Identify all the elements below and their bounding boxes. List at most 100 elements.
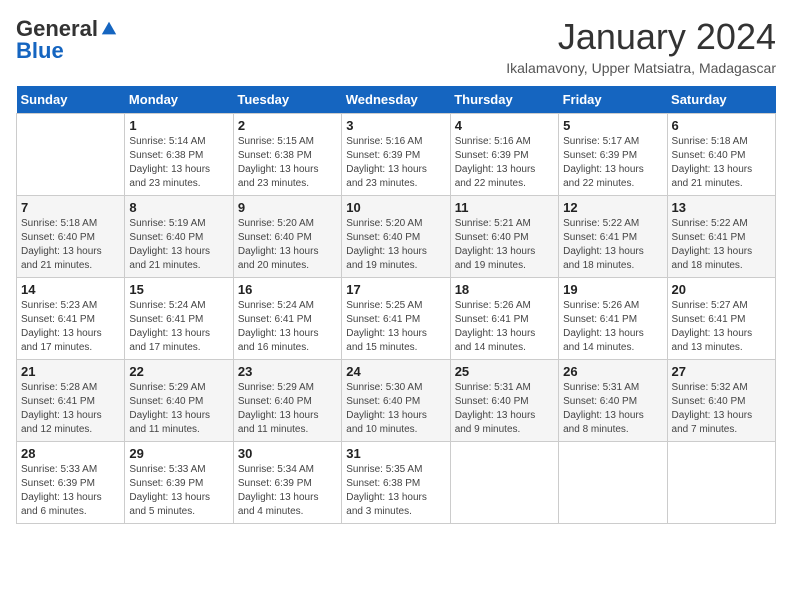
day-number: 20	[672, 282, 771, 297]
day-info: Sunrise: 5:16 AM Sunset: 6:39 PM Dayligh…	[455, 135, 554, 191]
calendar-cell: 16Sunrise: 5:24 AM Sunset: 6:41 PM Dayli…	[233, 278, 341, 360]
calendar-cell: 31 Sunrise: 5:35 AM Sunset: 6:38 PM Dayli…	[342, 442, 450, 524]
day-info: Sunrise: 5:19 AM Sunset: 6:40 PM Dayligh…	[129, 217, 228, 273]
day-info: Sunrise: 5:16 AM Sunset: 6:39 PM Dayligh…	[346, 135, 445, 191]
day-number: 27	[672, 364, 771, 379]
day-number: 8	[129, 200, 228, 215]
calendar-cell: 30 Sunrise: 5:34 AM Sunset: 6:39 PM Dayli…	[233, 442, 341, 524]
day-info: Sunrise: 5:34 AM Sunset: 6:39 PM Dayligh…	[238, 463, 337, 519]
weekday-header-tuesday: Tuesday	[233, 86, 341, 114]
day-number: 19	[563, 282, 662, 297]
day-info: Sunrise: 5:26 AM Sunset: 6:41 PM Dayligh…	[563, 299, 662, 355]
day-number: 16	[238, 282, 337, 297]
month-title: January 2024	[506, 16, 776, 58]
calendar-cell: 20 Sunrise: 5:27 AM Sunset: 6:41 PM Dayli…	[667, 278, 775, 360]
calendar-week-row: 14Sunrise: 5:23 AM Sunset: 6:41 PM Dayli…	[17, 278, 776, 360]
day-info: Sunrise: 5:33 AM Sunset: 6:39 PM Dayligh…	[129, 463, 228, 519]
day-info: Sunrise: 5:20 AM Sunset: 6:40 PM Dayligh…	[238, 217, 337, 273]
day-number: 9	[238, 200, 337, 215]
calendar-cell: 9 Sunrise: 5:20 AM Sunset: 6:40 PM Daylig…	[233, 196, 341, 278]
day-info: Sunrise: 5:22 AM Sunset: 6:41 PM Dayligh…	[672, 217, 771, 273]
calendar-cell	[667, 442, 775, 524]
logo-icon	[100, 20, 118, 38]
calendar-cell: 19 Sunrise: 5:26 AM Sunset: 6:41 PM Dayli…	[559, 278, 667, 360]
day-info: Sunrise: 5:18 AM Sunset: 6:40 PM Dayligh…	[672, 135, 771, 191]
day-number: 10	[346, 200, 445, 215]
day-number: 4	[455, 118, 554, 133]
calendar-week-row: 28 Sunrise: 5:33 AM Sunset: 6:39 PM Dayli…	[17, 442, 776, 524]
weekday-header-friday: Friday	[559, 86, 667, 114]
day-info: Sunrise: 5:20 AM Sunset: 6:40 PM Dayligh…	[346, 217, 445, 273]
calendar-cell: 2 Sunrise: 5:15 AM Sunset: 6:38 PM Daylig…	[233, 114, 341, 196]
calendar-cell: 7 Sunrise: 5:18 AM Sunset: 6:40 PM Daylig…	[17, 196, 125, 278]
day-info: Sunrise: 5:15 AM Sunset: 6:38 PM Dayligh…	[238, 135, 337, 191]
calendar-cell: 13 Sunrise: 5:22 AM Sunset: 6:41 PM Dayli…	[667, 196, 775, 278]
day-number: 29	[129, 446, 228, 461]
day-number: 7	[21, 200, 120, 215]
calendar-cell: 6 Sunrise: 5:18 AM Sunset: 6:40 PM Daylig…	[667, 114, 775, 196]
day-number: 22	[129, 364, 228, 379]
day-info: Sunrise: 5:18 AM Sunset: 6:40 PM Dayligh…	[21, 217, 120, 273]
calendar-week-row: 1 Sunrise: 5:14 AM Sunset: 6:38 PM Daylig…	[17, 114, 776, 196]
weekday-header-wednesday: Wednesday	[342, 86, 450, 114]
calendar-cell: 3 Sunrise: 5:16 AM Sunset: 6:39 PM Daylig…	[342, 114, 450, 196]
calendar-cell: 8 Sunrise: 5:19 AM Sunset: 6:40 PM Daylig…	[125, 196, 233, 278]
day-number: 3	[346, 118, 445, 133]
calendar-cell	[450, 442, 558, 524]
day-number: 26	[563, 364, 662, 379]
weekday-header-sunday: Sunday	[17, 86, 125, 114]
calendar-cell: 10 Sunrise: 5:20 AM Sunset: 6:40 PM Dayli…	[342, 196, 450, 278]
day-info: Sunrise: 5:35 AM Sunset: 6:38 PM Dayligh…	[346, 463, 445, 519]
weekday-header-saturday: Saturday	[667, 86, 775, 114]
day-number: 2	[238, 118, 337, 133]
day-info: Sunrise: 5:21 AM Sunset: 6:40 PM Dayligh…	[455, 217, 554, 273]
day-number: 6	[672, 118, 771, 133]
day-number: 12	[563, 200, 662, 215]
calendar-cell: 17Sunrise: 5:25 AM Sunset: 6:41 PM Dayli…	[342, 278, 450, 360]
day-number: 13	[672, 200, 771, 215]
day-number: 30	[238, 446, 337, 461]
day-number: 25	[455, 364, 554, 379]
calendar-cell: 21 Sunrise: 5:28 AM Sunset: 6:41 PM Dayli…	[17, 360, 125, 442]
calendar-week-row: 21 Sunrise: 5:28 AM Sunset: 6:41 PM Dayli…	[17, 360, 776, 442]
weekday-header-thursday: Thursday	[450, 86, 558, 114]
day-number: 23	[238, 364, 337, 379]
calendar-cell: 26 Sunrise: 5:31 AM Sunset: 6:40 PM Dayli…	[559, 360, 667, 442]
day-number: 1	[129, 118, 228, 133]
calendar-cell: 22 Sunrise: 5:29 AM Sunset: 6:40 PM Dayli…	[125, 360, 233, 442]
calendar-cell: 25Sunrise: 5:31 AM Sunset: 6:40 PM Dayli…	[450, 360, 558, 442]
day-number: 21	[21, 364, 120, 379]
calendar-cell: 11 Sunrise: 5:21 AM Sunset: 6:40 PM Dayli…	[450, 196, 558, 278]
day-number: 11	[455, 200, 554, 215]
title-section: January 2024 Ikalamavony, Upper Matsiatr…	[506, 16, 776, 76]
calendar-cell: 18Sunrise: 5:26 AM Sunset: 6:41 PM Dayli…	[450, 278, 558, 360]
day-number: 17	[346, 282, 445, 297]
logo: General Blue	[16, 16, 118, 64]
calendar-cell: 29 Sunrise: 5:33 AM Sunset: 6:39 PM Dayli…	[125, 442, 233, 524]
day-info: Sunrise: 5:14 AM Sunset: 6:38 PM Dayligh…	[129, 135, 228, 191]
day-number: 15	[129, 282, 228, 297]
day-info: Sunrise: 5:31 AM Sunset: 6:40 PM Dayligh…	[563, 381, 662, 437]
calendar-cell	[17, 114, 125, 196]
day-info: Sunrise: 5:27 AM Sunset: 6:41 PM Dayligh…	[672, 299, 771, 355]
day-number: 18	[455, 282, 554, 297]
day-number: 28	[21, 446, 120, 461]
logo-blue-text: Blue	[16, 38, 64, 64]
day-number: 31	[346, 446, 445, 461]
calendar-week-row: 7 Sunrise: 5:18 AM Sunset: 6:40 PM Daylig…	[17, 196, 776, 278]
page-header: General Blue January 2024 Ikalamavony, U…	[16, 16, 776, 76]
day-info: Sunrise: 5:33 AM Sunset: 6:39 PM Dayligh…	[21, 463, 120, 519]
day-info: Sunrise: 5:24 AM Sunset: 6:41 PM Dayligh…	[129, 299, 228, 355]
day-info: Sunrise: 5:28 AM Sunset: 6:41 PM Dayligh…	[21, 381, 120, 437]
calendar-cell: 12Sunrise: 5:22 AM Sunset: 6:41 PM Dayli…	[559, 196, 667, 278]
day-info: Sunrise: 5:29 AM Sunset: 6:40 PM Dayligh…	[129, 381, 228, 437]
calendar-cell: 15 Sunrise: 5:24 AM Sunset: 6:41 PM Dayli…	[125, 278, 233, 360]
day-number: 14	[21, 282, 120, 297]
calendar-cell: 1 Sunrise: 5:14 AM Sunset: 6:38 PM Daylig…	[125, 114, 233, 196]
calendar-cell: 28 Sunrise: 5:33 AM Sunset: 6:39 PM Dayli…	[17, 442, 125, 524]
calendar-cell: 24Sunrise: 5:30 AM Sunset: 6:40 PM Dayli…	[342, 360, 450, 442]
location-title: Ikalamavony, Upper Matsiatra, Madagascar	[506, 60, 776, 76]
weekday-header-row: SundayMondayTuesdayWednesdayThursdayFrid…	[17, 86, 776, 114]
calendar-cell: 27Sunrise: 5:32 AM Sunset: 6:40 PM Dayli…	[667, 360, 775, 442]
calendar-cell	[559, 442, 667, 524]
